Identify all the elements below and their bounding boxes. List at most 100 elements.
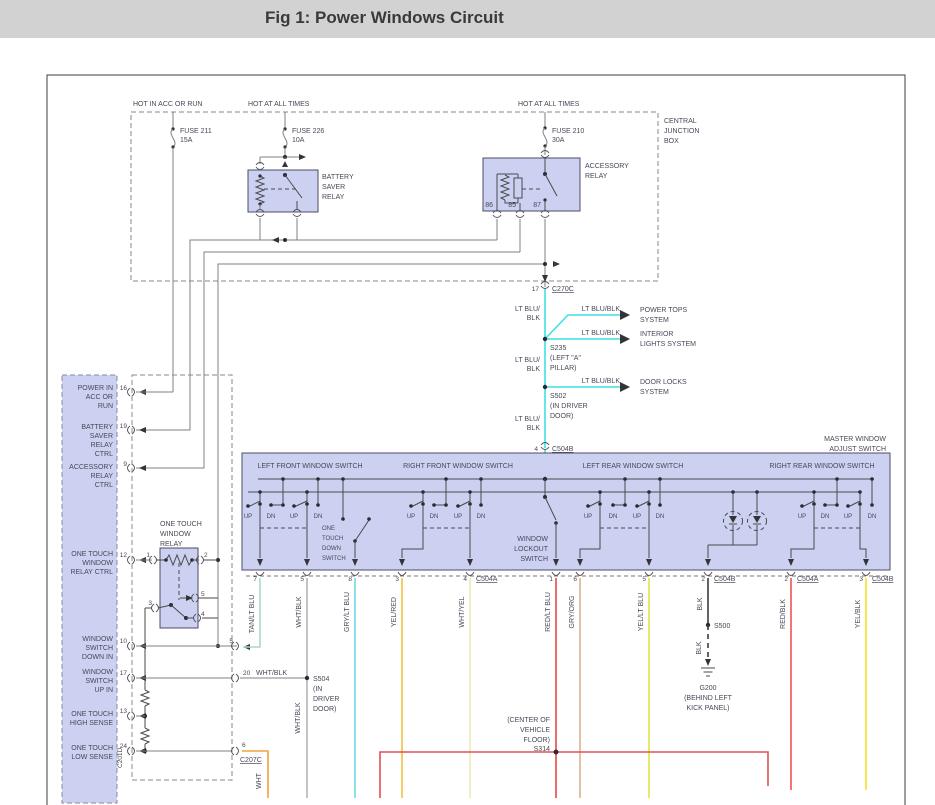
svg-text:8: 8 (348, 576, 352, 583)
svg-text:ONE TOUCH: ONE TOUCH (71, 745, 113, 752)
svg-text:7: 7 (253, 576, 257, 583)
master-window-adjust-switch: MASTER WINDOW ADJUST SWITCH LEFT FRONT W… (242, 436, 894, 583)
svg-text:WINDOW: WINDOW (517, 536, 548, 543)
svg-text:4: 4 (201, 611, 205, 618)
svg-text:4: 4 (463, 576, 467, 583)
connector-label: C504A (797, 576, 819, 583)
svg-text:UP: UP (633, 514, 641, 520)
svg-text:WINDOW: WINDOW (82, 669, 113, 676)
svg-text:ACC OR: ACC OR (86, 394, 113, 401)
svg-text:3: 3 (859, 576, 863, 583)
svg-text:12: 12 (120, 552, 128, 559)
svg-text:RUN: RUN (98, 403, 113, 410)
ground-label: G200 (699, 685, 716, 692)
svg-text:5: 5 (642, 576, 646, 583)
svg-text:17: 17 (120, 670, 128, 677)
feed-label: HOT AT ALL TIMES (518, 101, 580, 108)
svg-text:CTRL: CTRL (95, 482, 113, 489)
cjb-label: BOX (664, 138, 679, 145)
wire-label: GRY/ORG (569, 596, 576, 629)
svg-text:85: 85 (508, 202, 516, 209)
wire-label: GRY/LT BLU (344, 592, 351, 632)
svg-text:10: 10 (120, 638, 128, 645)
svg-text:BATTERY: BATTERY (322, 174, 354, 181)
splice-label: S502 (550, 393, 566, 400)
cjb-label: CENTRAL (664, 118, 697, 125)
svg-text:PILLAR): PILLAR) (550, 365, 576, 372)
svg-text:DN: DN (609, 514, 618, 520)
wire-label: RED/BLK (780, 599, 787, 629)
svg-text:86: 86 (485, 202, 493, 209)
svg-text:VEHICLE: VEHICLE (520, 727, 550, 734)
svg-text:5: 5 (300, 576, 304, 583)
connector-label: C270C (552, 286, 574, 293)
svg-text:DN: DN (314, 514, 323, 520)
splice-label: S500 (714, 623, 730, 630)
svg-text:SWITCH: SWITCH (85, 678, 113, 685)
svg-text:LT BLU/: LT BLU/ (515, 306, 540, 313)
fuse-210: FUSE 210 30A (543, 112, 584, 155)
svg-text:UP: UP (584, 514, 592, 520)
s314-bus: (CENTER OF VEHICLE FLOOR) S314 (380, 717, 768, 798)
switch-section-label: LEFT REAR WINDOW SWITCH (583, 463, 684, 470)
svg-text:POWER IN: POWER IN (78, 385, 113, 392)
svg-text:ONE TOUCH: ONE TOUCH (71, 711, 113, 718)
svg-text:3: 3 (395, 576, 399, 583)
svg-text:(IN DRIVER: (IN DRIVER (550, 403, 588, 410)
svg-text:1: 1 (549, 576, 553, 583)
svg-text:FUSE 210: FUSE 210 (552, 128, 584, 135)
feed-label: HOT AT ALL TIMES (248, 101, 310, 108)
svg-text:ONE TOUCH: ONE TOUCH (71, 551, 113, 558)
one-touch-window-relay: ONE TOUCH WINDOW RELAY 1 2 3 4 5 5 20 WH… (132, 375, 307, 780)
svg-text:(IN: (IN (313, 686, 322, 693)
svg-text:LOCKOUT: LOCKOUT (514, 546, 549, 553)
svg-text:WINDOW: WINDOW (82, 560, 113, 567)
bottom-connector-row: 7 5 8 3 4 1 6 5 2 2 3 C504A C504B C504A … (246, 572, 894, 583)
svg-text:(LEFT "A": (LEFT "A" (550, 355, 581, 362)
connector-label: C504B (552, 446, 574, 453)
svg-text:(BEHIND LEFT: (BEHIND LEFT (684, 695, 733, 702)
svg-text:DN: DN (821, 514, 830, 520)
svg-text:9: 9 (123, 461, 127, 468)
gem-connector-brackets (128, 388, 135, 755)
svg-text:UP: UP (244, 514, 252, 520)
svg-text:13: 13 (120, 708, 128, 715)
accessory-relay: 30 ACCESSORY RELAY 86 85 87 (483, 151, 629, 288)
svg-text:KICK PANEL): KICK PANEL) (686, 705, 729, 712)
svg-text:DOWN IN: DOWN IN (82, 654, 113, 661)
diagram-border (47, 75, 905, 805)
svg-text:2: 2 (784, 576, 788, 583)
svg-text:DN: DN (868, 514, 877, 520)
fuse-226: FUSE 226 10A (283, 112, 324, 157)
pin-number: 4 (534, 446, 538, 453)
svg-text:ONE TOUCH: ONE TOUCH (160, 521, 202, 528)
svg-text:3: 3 (148, 600, 152, 607)
svg-text:RELAY: RELAY (322, 194, 345, 201)
switch-section-label: RIGHT FRONT WINDOW SWITCH (403, 463, 513, 470)
connector-label: C207C (240, 757, 262, 764)
svg-text:BLK: BLK (527, 366, 541, 373)
wire-label: LT BLU/BLK (582, 306, 621, 313)
gem-module: POWER IN ACC OR RUN BATTERY SAVER RELAY … (62, 375, 173, 803)
svg-text:FLOOR): FLOOR) (524, 737, 550, 744)
svg-text:5: 5 (229, 638, 233, 645)
wire-label: YEL/RED (391, 597, 398, 627)
svg-text:DOOR): DOOR) (313, 706, 336, 713)
svg-text:UP: UP (798, 514, 806, 520)
svg-text:WINDOW: WINDOW (160, 531, 191, 538)
svg-text:ONE: ONE (322, 526, 335, 532)
wire-label: YEL/BLK (855, 599, 862, 628)
splice-label: S235 (550, 345, 566, 352)
svg-text:RELAY CTRL: RELAY CTRL (70, 569, 113, 576)
svg-text:FUSE 226: FUSE 226 (292, 128, 324, 135)
svg-text:DOOR): DOOR) (550, 413, 573, 420)
wire-label: WHT/BLK (296, 596, 303, 627)
svg-text:1: 1 (146, 552, 150, 559)
svg-text:DRIVER: DRIVER (313, 696, 339, 703)
svg-text:WHT/BLK: WHT/BLK (295, 702, 302, 733)
switch-section-label: LEFT FRONT WINDOW SWITCH (257, 463, 362, 470)
svg-text:SAVER: SAVER (90, 433, 113, 440)
wire-label: WHT (256, 772, 263, 789)
svg-text:DN: DN (656, 514, 665, 520)
switch-section-label: RIGHT REAR WINDOW SWITCH (769, 463, 874, 470)
